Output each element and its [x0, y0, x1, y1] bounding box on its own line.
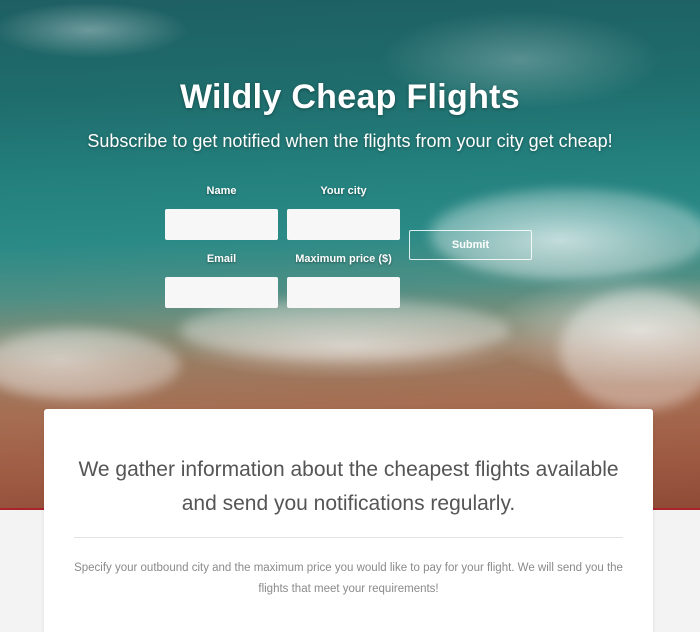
submit-button[interactable]: Submit — [409, 230, 532, 260]
surf-foam-decoration — [180, 300, 510, 360]
page-subtitle: Subscribe to get notified when the fligh… — [87, 131, 613, 151]
city-input[interactable] — [287, 209, 400, 240]
max-price-input[interactable] — [287, 277, 400, 308]
max-price-label: Maximum price ($) — [295, 253, 392, 265]
info-heading-line-2: and send you notifications regularly. — [181, 492, 516, 515]
page-title: Wildly Cheap Flights — [179, 78, 521, 116]
name-label: Name — [206, 185, 237, 197]
city-label: Your city — [320, 185, 367, 197]
email-input[interactable] — [165, 277, 278, 308]
info-heading-line-1: We gather information about the cheapest… — [78, 458, 619, 481]
divider — [74, 537, 623, 538]
surf-foam-decoration — [560, 290, 700, 410]
name-input[interactable] — [165, 209, 278, 240]
info-card: We gather information about the cheapest… — [44, 409, 653, 632]
email-label: Email — [206, 253, 237, 265]
page: Wildly Cheap Flights Subscribe to get no… — [0, 0, 700, 632]
surf-foam-decoration — [0, 330, 180, 400]
info-heading: We gather information about the cheapest… — [74, 453, 623, 521]
info-body-text: Specify your outbound city and the maxim… — [74, 562, 623, 595]
